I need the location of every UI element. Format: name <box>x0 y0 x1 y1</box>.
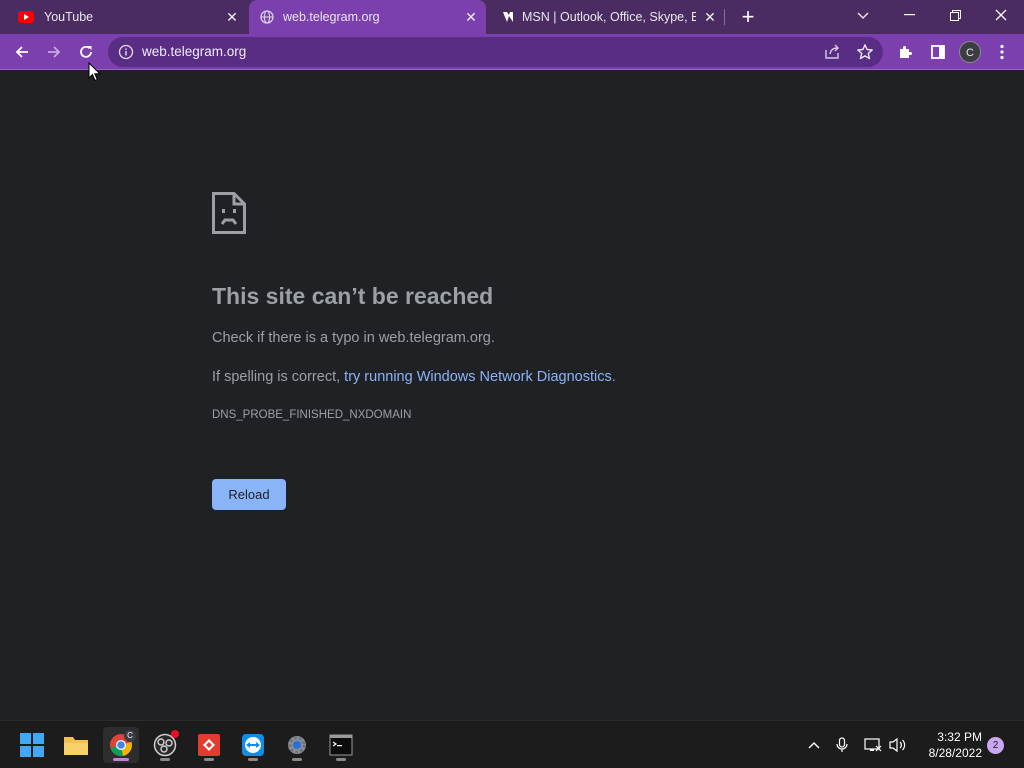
anydesk-taskbar-button[interactable] <box>191 727 227 763</box>
network-icon <box>864 738 882 752</box>
url-text[interactable]: web.telegram.org <box>142 44 246 59</box>
reload-icon <box>80 45 92 58</box>
tab-strip: YouTube ✕ web.telegram.org ✕ MSN | Outlo… <box>0 0 1024 34</box>
diagnostics-link[interactable]: try running Windows Network Diagnostics <box>344 369 612 385</box>
running-indicator <box>204 758 214 761</box>
chrome-profile-badge: C <box>124 730 136 742</box>
address-bar[interactable]: web.telegram.org <box>108 37 883 67</box>
chevron-up-icon <box>808 742 820 749</box>
speaker-icon <box>889 737 906 753</box>
clock-date: 8/28/2022 <box>928 746 982 760</box>
kebab-menu-icon <box>1000 44 1004 60</box>
star-icon[interactable] <box>856 43 874 61</box>
running-indicator <box>336 758 346 761</box>
running-indicator <box>113 758 129 761</box>
tab-divider <box>724 9 725 25</box>
error-code: DNS_PROBE_FINISHED_NXDOMAIN <box>212 409 412 421</box>
running-indicator <box>160 758 170 761</box>
network-tray-button[interactable] <box>863 735 883 755</box>
notification-badge[interactable]: 2 <box>987 737 1004 754</box>
microphone-tray-button[interactable] <box>832 735 852 755</box>
forward-button[interactable] <box>40 38 68 66</box>
mouse-cursor-icon <box>88 62 102 82</box>
extensions-button[interactable] <box>892 38 920 66</box>
settings-icon <box>288 736 306 754</box>
browser-toolbar: web.telegram.org C <box>0 34 1024 70</box>
volume-tray-button[interactable] <box>888 735 908 755</box>
info-icon[interactable] <box>118 44 134 60</box>
puzzle-icon <box>900 46 912 58</box>
tab-search-button[interactable] <box>852 5 874 27</box>
tab-telegram[interactable]: web.telegram.org ✕ <box>249 0 486 34</box>
side-panel-icon <box>931 45 945 59</box>
windows-start-icon <box>20 733 44 757</box>
avatar: C <box>959 41 981 63</box>
terminal-taskbar-button[interactable] <box>323 727 359 763</box>
folder-icon <box>64 737 88 755</box>
tab-title: MSN | Outlook, Office, Skype, Bing <box>522 10 696 24</box>
teamviewer-taskbar-button[interactable] <box>235 727 271 763</box>
show-hidden-icons-button[interactable] <box>804 735 824 755</box>
settings-taskbar-button[interactable] <box>279 727 315 763</box>
tab-title: YouTube <box>44 10 94 24</box>
tab-msn[interactable]: MSN | Outlook, Office, Skype, Bing ✕ <box>488 0 724 34</box>
diagnostics-suffix: . <box>611 369 616 385</box>
anydesk-icon <box>198 734 220 756</box>
diagnostics-prefix: If spelling is correct, <box>212 369 345 385</box>
back-button[interactable] <box>8 38 36 66</box>
taskbar: C 3:32 PM 8/28/2022 2 <box>0 720 1024 768</box>
new-tab-button[interactable]: + <box>736 5 760 29</box>
side-panel-button[interactable] <box>924 38 952 66</box>
youtube-icon <box>18 10 34 24</box>
chevron-down-icon <box>857 12 869 20</box>
arrow-right-icon <box>48 46 61 58</box>
minimize-button[interactable] <box>886 0 932 30</box>
running-indicator <box>292 758 302 761</box>
error-suggestion-typo: Check if there is a typo in web.telegram… <box>212 330 495 346</box>
close-icon[interactable]: ✕ <box>462 8 480 26</box>
menu-button[interactable] <box>988 38 1016 66</box>
share-icon[interactable] <box>823 43 841 61</box>
start-button[interactable] <box>14 727 50 763</box>
tab-title: web.telegram.org <box>283 10 380 24</box>
arrow-left-icon <box>15 46 28 58</box>
recording-dot-icon <box>171 730 179 738</box>
system-clock[interactable]: 3:32 PM 8/28/2022 <box>916 729 982 761</box>
tab-youtube[interactable]: YouTube ✕ <box>0 0 245 34</box>
msn-icon <box>500 10 516 24</box>
error-title: This site can’t be reached <box>212 283 494 309</box>
microphone-icon <box>836 737 848 752</box>
restore-icon <box>949 9 961 21</box>
teamviewer-icon <box>242 734 264 756</box>
running-indicator <box>248 758 258 761</box>
error-suggestion-diagnostics: If spelling is correct, try running Wind… <box>212 369 616 385</box>
profile-button[interactable]: C <box>956 38 984 66</box>
restore-button[interactable] <box>932 0 978 30</box>
sad-page-icon <box>212 192 246 234</box>
close-window-button[interactable] <box>978 0 1024 30</box>
clock-time: 3:32 PM <box>937 730 982 744</box>
globe-icon <box>259 10 275 24</box>
obs-taskbar-button[interactable] <box>147 727 183 763</box>
close-icon <box>995 9 1007 21</box>
chrome-taskbar-button[interactable]: C <box>103 727 139 763</box>
file-explorer-button[interactable] <box>58 727 94 763</box>
close-icon[interactable]: ✕ <box>223 8 241 26</box>
minimize-icon <box>903 14 915 16</box>
close-icon[interactable]: ✕ <box>701 8 719 26</box>
terminal-icon <box>329 734 353 756</box>
reload-page-button[interactable]: Reload <box>212 479 286 510</box>
